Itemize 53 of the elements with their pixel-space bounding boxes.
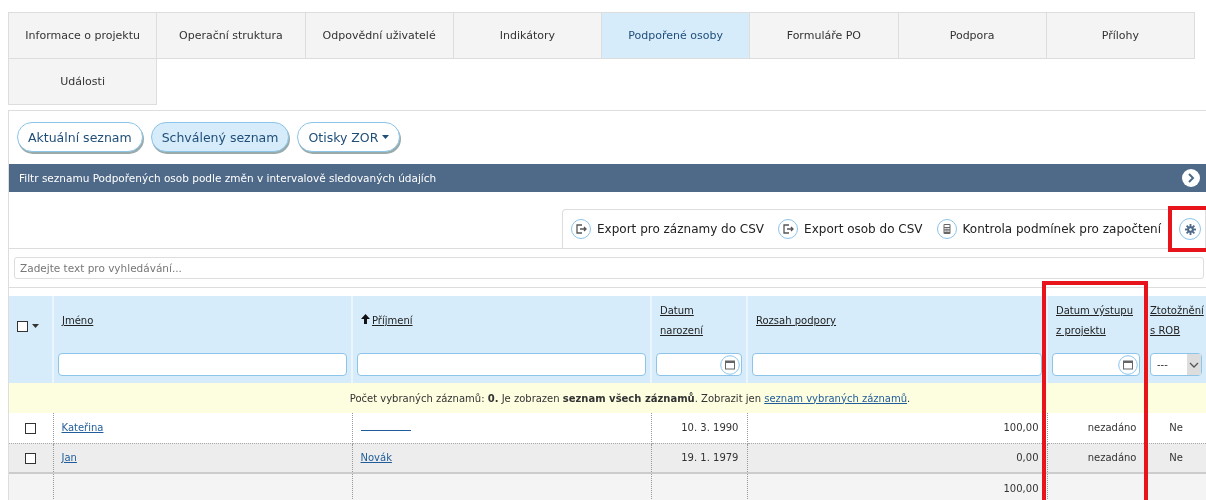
tab[interactable]: Podpora [897,12,1047,59]
settings-icon [1184,223,1196,235]
action-button[interactable]: Export pro záznamy do CSV [571,219,765,239]
caret-icon[interactable] [32,324,39,328]
export-icon [778,219,799,239]
name-link[interactable]: Kateřina [61,422,104,434]
table-cell: 0,00 [1016,452,1039,464]
tab[interactable]: Přílohy [1045,12,1195,59]
tab[interactable]: Podpořené osoby [601,12,751,59]
filter-field[interactable] [357,353,646,376]
filter-bar[interactable]: Filtr seznamu Podpořených osob podle změn v intervalově sledovaných údajích [9,164,1206,192]
action-button[interactable]: Export osob do CSV [778,219,923,239]
export-icon [571,219,592,239]
search-field[interactable]: Zadejte text pro vyhledávání... [14,257,1204,279]
calendar-icon[interactable] [1118,354,1138,375]
table-cell: nezadáno [1087,452,1137,464]
table-cell: Ne [1169,452,1183,464]
calendar-icon[interactable] [720,354,740,375]
table-cell: nezadáno [1087,422,1137,434]
name-link[interactable]: Jan [61,452,77,464]
filter-field[interactable] [752,353,1042,376]
date-field[interactable] [1052,353,1140,376]
column-header[interactable]: Příjmení [372,311,413,331]
checkbox[interactable] [25,452,37,464]
settings-button[interactable] [1179,218,1201,240]
caret-icon [382,135,390,139]
info-message: Počet vybraných záznamů: 0. Je zobrazen seznam všech záznamů. Zobrazit jen seznam vybraných záznamů. [349,392,911,404]
name-link[interactable]: Novák [360,452,392,464]
list-button[interactable]: Schválený seznam [150,122,290,152]
chevron-icon[interactable] [1182,169,1200,187]
action-button[interactable]: Kontrola podmínek pro započtení [936,219,1161,239]
total-value: 100,00 [1003,482,1039,494]
column-header[interactable]: Jméno [62,311,94,331]
table-cell: Ne [1169,422,1183,434]
tab[interactable]: Indikátory [452,12,602,59]
tab[interactable]: Události [8,58,158,105]
tab[interactable]: Operační struktura [156,12,306,59]
tab[interactable]: Informace o projektu [8,12,158,59]
table-cell: 100,00 [1003,422,1039,434]
column-header[interactable]: Rozsah podpory [756,311,837,331]
dropdown-button[interactable]: Otisky ZOR [297,122,401,152]
checkbox[interactable] [25,422,37,434]
tab[interactable]: Formuláře PO [749,12,899,59]
tab[interactable]: Odpovědní uživatelé [304,12,454,59]
date-field[interactable] [656,353,742,376]
table-cell: 19. 1. 1979 [681,452,739,464]
list-button[interactable]: Aktuální seznam [17,122,143,152]
filter-title: Filtr seznamu Podpořených osob podle změn v intervalově sledovaných údajích [19,172,437,184]
select-field[interactable]: --- [1150,353,1202,376]
calculator-icon [936,219,957,239]
filter-field[interactable] [58,353,347,376]
table-cell: 10. 3. 1990 [681,422,739,434]
checkbox[interactable] [17,320,28,332]
